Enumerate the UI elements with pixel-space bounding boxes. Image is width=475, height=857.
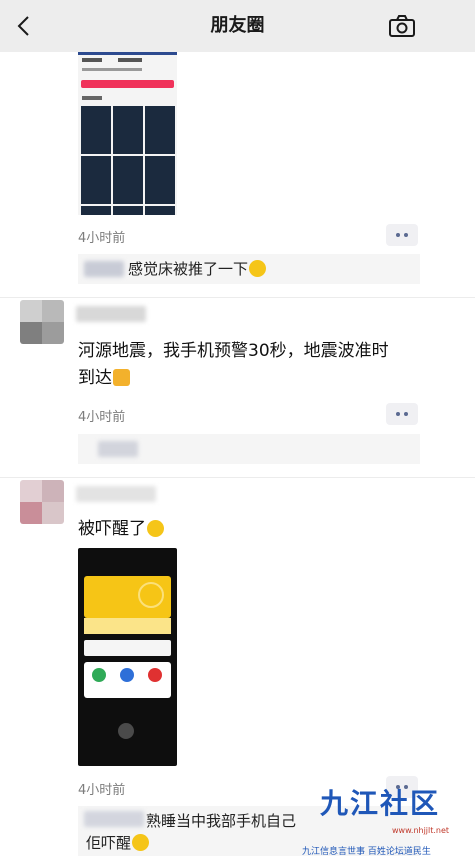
- post-text: 河源地震，我手机预警30秒，地震波准时 到达: [78, 341, 389, 388]
- post-image-screenshot[interactable]: [78, 52, 177, 215]
- comment-area: 感觉床被推了一下: [78, 254, 420, 284]
- commenter-name[interactable]: [84, 261, 124, 277]
- dot-icon: [404, 412, 408, 416]
- post-divider: [0, 297, 475, 298]
- post-image-screenshot[interactable]: [78, 548, 177, 766]
- camera-icon[interactable]: [388, 14, 416, 38]
- dot-icon: [396, 233, 400, 237]
- watermark-site: www.nhjjlt.net: [392, 826, 450, 835]
- post-text: 被吓醒了: [78, 516, 164, 543]
- post-time: 4小时前: [78, 410, 126, 425]
- post-divider: [0, 477, 475, 478]
- commenter-name[interactable]: [98, 441, 138, 457]
- dot-icon: [396, 412, 400, 416]
- top-bar: 朋友圈: [0, 0, 475, 52]
- comment-text: 感觉床被推了一下: [128, 258, 267, 280]
- comment-text: 佢吓醒: [86, 832, 150, 854]
- watermark-brand: 九江社区: [320, 787, 441, 820]
- username[interactable]: [76, 306, 146, 322]
- avatar[interactable]: [20, 300, 64, 344]
- thumbs-up-emoji-icon: [113, 369, 130, 386]
- comment-text: 熟睡当中我部手机自己: [146, 812, 297, 830]
- watermark-logo: 九江社区 www.nhjjlt.net 九江信息言世事 百姓论坛道民生: [300, 782, 470, 857]
- more-button[interactable]: [386, 403, 418, 425]
- more-button[interactable]: [386, 224, 418, 246]
- username[interactable]: [76, 486, 156, 502]
- watermark-slogan: 九江信息言世事 百姓论坛道民生: [302, 847, 431, 857]
- post-time: 4小时前: [78, 783, 126, 798]
- dot-icon: [404, 233, 408, 237]
- avatar[interactable]: [20, 480, 64, 524]
- confused-emoji-icon: [249, 260, 267, 277]
- commenter-name[interactable]: [84, 811, 144, 827]
- post-time: 4小时前: [78, 231, 126, 246]
- laughing-emoji-icon: [132, 834, 150, 851]
- laughing-emoji-icon: [147, 520, 164, 537]
- comment-area: [78, 434, 420, 464]
